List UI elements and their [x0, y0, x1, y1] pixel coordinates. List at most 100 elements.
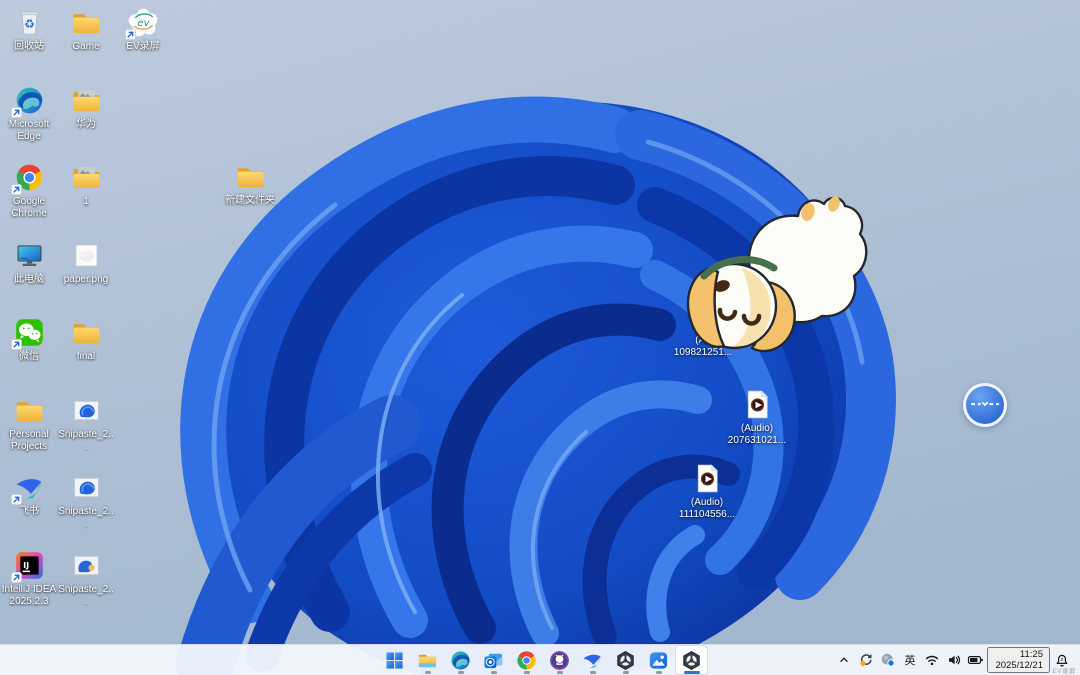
desktop-icon-微信[interactable]: 微信 [1, 316, 57, 363]
taskbar-app-outlook[interactable] [477, 645, 510, 675]
shortcut-arrow-icon [11, 184, 22, 195]
tray-battery-button[interactable] [965, 647, 986, 673]
desktop-icon-label: 此电脑 [14, 274, 44, 286]
taskbar-app-glyph [515, 649, 538, 672]
desktop-icon-IntelliJ IDEA 2025.2.3[interactable]: IntelliJ IDEA 2025.2.3 [1, 549, 57, 608]
desktop-icon-label: (Audio) 111104556... [679, 497, 735, 521]
desktop-icon-glyph [70, 549, 103, 582]
desktop-icon-Snipaste_2...[interactable]: Snipaste_2... [58, 394, 114, 453]
taskbar-app-hex-app-2[interactable] [675, 645, 708, 675]
taskbar-running-indicator [623, 671, 629, 674]
desktop-icon-glyph [70, 471, 103, 504]
taskbar-running-indicator [491, 671, 497, 674]
desktop-icon-label: Google Chrome [1, 196, 57, 220]
desktop-icon-1[interactable]: 1 [58, 161, 114, 208]
shortcut-arrow-icon [125, 29, 136, 40]
desktop-icon-飞书[interactable]: 飞书 [1, 471, 57, 518]
taskbar-running-indicator [656, 671, 662, 674]
tray-security-icon-button[interactable] [877, 647, 898, 673]
desktop-icon-回收站[interactable]: 回收站 [1, 6, 57, 53]
desktop-icon-Microsoft Edge[interactable]: Microsoft Edge [1, 84, 57, 143]
tray-sync-icon-button[interactable] [855, 647, 876, 673]
taskbar-app-start[interactable] [378, 645, 411, 675]
desktop-icon-label: Microsoft Edge [1, 119, 57, 143]
shortcut-arrow-icon [11, 107, 22, 118]
desktop-icon-final[interactable]: final [58, 316, 114, 363]
desktop-icon-华为[interactable]: 华为 [58, 84, 114, 131]
desktop-icon-label: Snipaste_2... [58, 506, 114, 530]
taskbar-app-glyph [614, 649, 637, 672]
desktop-icon-glyph [741, 388, 774, 421]
wallpaper-bloom [0, 0, 1080, 675]
taskbar-app-glyph [548, 649, 571, 672]
desktop-icon-此电脑[interactable]: 此电脑 [1, 239, 57, 286]
taskbar-running-indicator [458, 671, 464, 674]
desktop-icon-label: IntelliJ IDEA 2025.2.3 [1, 584, 57, 608]
taskbar-app-glyph [449, 649, 472, 672]
taskbar-app-feishu[interactable] [576, 645, 609, 675]
taskbar-app-glyph [416, 649, 439, 672]
status-circle-icon [880, 652, 896, 668]
taskbar-app-glyph [383, 649, 406, 672]
desktop-icon-label: final [77, 351, 95, 363]
desktop-icon-label: EV录屏 [126, 41, 159, 53]
shortcut-arrow-icon [11, 339, 22, 350]
desktop-icon-label: 1 [83, 196, 89, 208]
tray-clock[interactable]: 11:25 2025/12/21 [987, 647, 1050, 673]
desktop-icon-(Audio)[interactable]: (Audio) 207631021... [724, 388, 790, 447]
desktop-icon-label: Personal Projects [1, 429, 57, 453]
tray-hidden-icons-chevron[interactable] [833, 647, 854, 673]
taskbar: 英 11:25 2025/12/21 [0, 644, 1080, 675]
taskbar-app-photos[interactable] [642, 645, 675, 675]
desktop-icon-glyph [70, 394, 103, 427]
taskbar-app-github-desktop[interactable] [543, 645, 576, 675]
desktop-icon-label: 新建文件夹 [225, 195, 275, 207]
desktop-icon-glyph [13, 6, 46, 39]
desktop-icon-Snipaste_2...[interactable]: Snipaste_2... [58, 549, 114, 608]
taskbar-running-indicator [524, 671, 530, 674]
wifi-icon [924, 652, 940, 668]
taskbar-running-indicator [590, 671, 596, 674]
shortcut-arrow-icon [11, 494, 22, 505]
desktop-icon-新建文件夹[interactable]: 新建文件夹 [217, 160, 283, 207]
sync-icon [858, 652, 874, 668]
puppy-sticker [682, 190, 874, 360]
taskbar-app-group [378, 645, 708, 675]
desktop-icon-(Audio)[interactable]: (Audio) 111104556... [674, 462, 740, 521]
desktop-icon-glyph [691, 462, 724, 495]
desktop-icon-label: 回收站 [14, 41, 44, 53]
desktop-icon-label: 飞书 [19, 506, 39, 518]
taskbar-app-glyph [647, 649, 670, 672]
taskbar-app-glyph [581, 649, 604, 672]
desktop-icon-EV录屏[interactable]: EV录屏 [115, 6, 171, 53]
desktop-icon-label: paper.png [64, 274, 109, 286]
shortcut-arrow-icon [11, 572, 22, 583]
desktop-icon-Snipaste_2...[interactable]: Snipaste_2... [58, 471, 114, 530]
tray-volume-button[interactable] [943, 647, 964, 673]
desktop-icon-glyph [70, 161, 103, 194]
desktop-icon-label: 微信 [19, 351, 39, 363]
tray-ime-indicator[interactable]: 英 [899, 647, 920, 673]
taskbar-app-edge[interactable] [444, 645, 477, 675]
taskbar-app-glyph [482, 649, 505, 672]
desktop-icon-Personal Projects[interactable]: Personal Projects [1, 394, 57, 453]
speaker-icon [946, 652, 962, 668]
desktop-icon-glyph [70, 6, 103, 39]
battery-icon [967, 652, 984, 668]
tray-wifi-button[interactable] [921, 647, 942, 673]
desktop-icon-Game[interactable]: Game [58, 6, 114, 53]
taskbar-app-file-explorer[interactable] [411, 645, 444, 675]
desktop-icon-label: Game [72, 41, 99, 53]
tray-time: 11:25 [1020, 649, 1043, 660]
taskbar-app-chrome[interactable] [510, 645, 543, 675]
desktop-icon-glyph [13, 394, 46, 427]
desktop-icon-glyph [13, 239, 46, 272]
screen-recorder-float-ball[interactable] [963, 383, 1007, 427]
desktop-icon-paper.png[interactable]: paper.png [58, 239, 114, 286]
desktop-icon-label: Snipaste_2... [58, 584, 114, 608]
taskbar-app-hex-app[interactable] [609, 645, 642, 675]
tray-date: 2025/12/21 [995, 660, 1043, 671]
desktop-icon-glyph [70, 239, 103, 272]
desktop-icon-glyph [70, 316, 103, 349]
desktop-icon-Google Chrome[interactable]: Google Chrome [1, 161, 57, 220]
